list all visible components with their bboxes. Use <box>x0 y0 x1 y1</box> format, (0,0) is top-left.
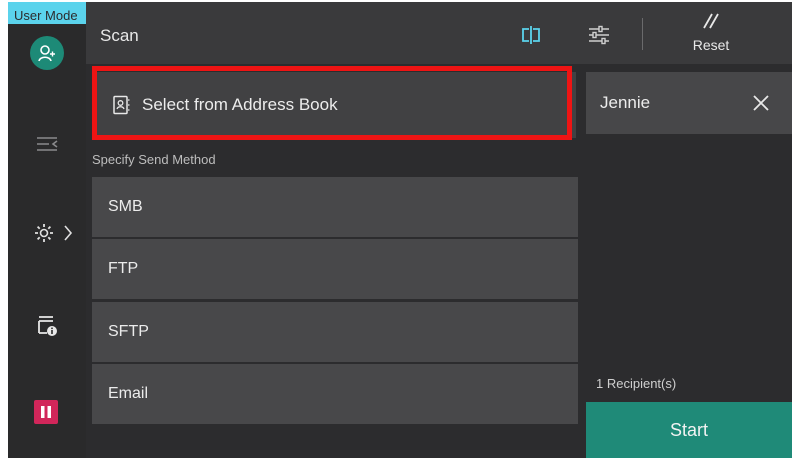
job-status-button[interactable] <box>32 132 62 156</box>
close-icon[interactable] <box>750 92 772 114</box>
device-info-button[interactable] <box>32 312 62 340</box>
reset-button[interactable]: Reset <box>676 12 746 60</box>
chevron-right-icon <box>64 225 73 241</box>
printer-info-icon <box>38 316 57 336</box>
send-method-heading: Specify Send Method <box>92 152 216 167</box>
start-button[interactable]: Start <box>586 402 792 458</box>
left-rail <box>8 2 86 458</box>
header-divider <box>642 18 643 50</box>
sliders-icon <box>589 25 609 45</box>
header-bar: Scan Reset <box>86 2 792 64</box>
reset-icon <box>703 13 719 29</box>
user-icon <box>38 45 55 62</box>
address-book-button[interactable]: Select from Address Book <box>94 72 576 138</box>
reset-label: Reset <box>692 37 730 53</box>
method-smb[interactable]: SMB <box>92 177 578 237</box>
method-ftp[interactable]: FTP <box>92 239 578 299</box>
recipient-item[interactable]: Jennie <box>586 72 792 134</box>
send-method-panel: Select from Address Book Specify Send Me… <box>86 64 586 458</box>
gear-icon <box>35 224 53 242</box>
address-book-icon <box>113 95 130 115</box>
page-title: Scan <box>100 26 139 45</box>
method-email[interactable]: Email <box>92 364 578 424</box>
settings-button[interactable] <box>28 218 78 248</box>
preview-button[interactable] <box>516 22 546 48</box>
recipient-count: 1 Recipient(s) <box>596 376 677 391</box>
recipient-panel: Jennie 1 Recipient(s) Start <box>586 64 792 458</box>
preview-icon <box>522 26 540 44</box>
method-sftp[interactable]: SFTP <box>92 302 578 362</box>
adjust-button[interactable] <box>584 22 614 48</box>
scan-screen: User Mode Scan Reset Select from Address… <box>8 2 792 458</box>
job-status-icon <box>37 137 58 151</box>
address-book-label: Select from Address Book <box>142 95 338 114</box>
pause-button[interactable] <box>34 400 58 424</box>
user-button[interactable] <box>30 36 64 70</box>
pause-icon <box>41 406 51 418</box>
recipient-name: Jennie <box>600 93 651 112</box>
